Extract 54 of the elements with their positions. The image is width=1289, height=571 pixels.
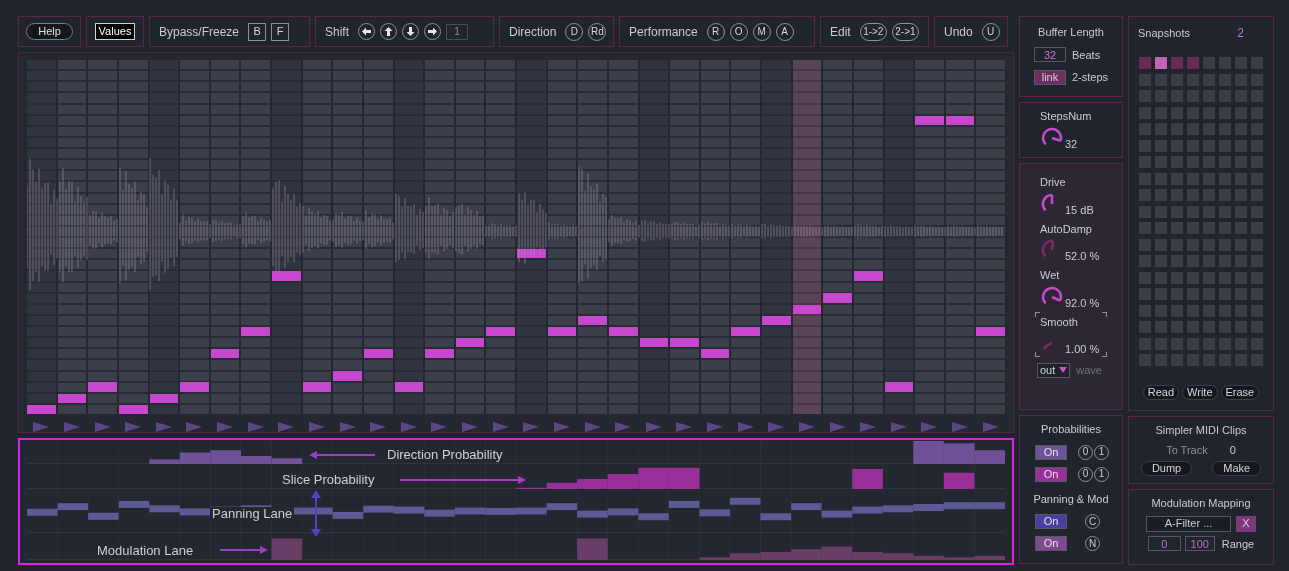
group-label: Direction [509,23,557,41]
panel-title: Panning & Mod [1033,491,1109,507]
panel-title: Simpler MIDI Clips [1155,423,1247,438]
on-toggle[interactable]: On [1035,444,1067,460]
output-label: wave [1076,363,1102,378]
on-toggle[interactable]: On [1035,514,1067,529]
track-number[interactable]: 0 [1229,441,1236,458]
field-label: To Track [1166,442,1208,458]
snapshot-button[interactable]: Read [1142,385,1180,400]
on-toggle[interactable]: On [1035,536,1067,551]
panel-title: Modulation Mapping [1151,496,1251,511]
toggle-label: 2-steps [1072,70,1109,85]
on-toggle[interactable]: On [1035,466,1067,482]
dial-label: AutoDamp [1040,221,1093,237]
dial-label: Smooth [1040,314,1079,330]
panel-title: Probabilities [1041,422,1101,437]
values-button[interactable]: Values [94,23,136,40]
group-label: Undo [944,23,973,41]
shift-amount-field[interactable]: 1 [446,23,468,40]
group-label: Edit [830,23,851,41]
lane-annotation: Direction Probability [385,448,505,461]
group-label: Bypass/Freeze [159,23,240,41]
group-label: Shift [325,23,349,41]
dial-label: Drive [1040,175,1067,190]
field-label: Range [1221,536,1255,552]
range-max-field[interactable]: 100 [1184,536,1215,552]
clear-button[interactable]: X [1236,515,1256,532]
dial-value: 1.00 % [1065,344,1100,355]
lane-annotation: Panning Lane [210,507,295,520]
link-toggle[interactable]: link [1034,69,1066,85]
clip-button[interactable]: Dump [1140,461,1193,476]
dial-value: 32 [1065,138,1078,150]
toggle-button[interactable]: B [248,22,267,41]
snapshot-button[interactable]: Write [1182,385,1218,400]
toggle-button[interactable]: F [271,22,290,41]
dial-label: Wet [1040,268,1061,283]
lane-annotation: Slice Probability [280,473,377,486]
dial-value: 52.0 % [1065,251,1100,262]
clip-button[interactable]: Make [1212,461,1262,476]
panel-title: Buffer Length [1038,25,1104,40]
lane-annotation: Modulation Lane [95,544,196,557]
beats-field[interactable]: 32 [1034,47,1066,63]
help-button[interactable]: Help [26,23,73,40]
output-dropdown[interactable]: out [1037,362,1071,378]
range-min-field[interactable]: 0 [1147,536,1181,552]
target-field[interactable]: A-Filter ... [1146,515,1231,532]
dial-label: StepsNum [1040,109,1093,124]
snapshot-count: 2 [1237,25,1244,42]
dial-value: 15 dB [1065,204,1094,216]
snapshot-button[interactable]: Erase [1220,385,1260,400]
panel-title: Snapshots [1138,25,1190,41]
unit-label: Beats [1072,47,1101,63]
group-label: Performance [629,23,698,41]
dial-value: 92.0 % [1065,297,1100,309]
